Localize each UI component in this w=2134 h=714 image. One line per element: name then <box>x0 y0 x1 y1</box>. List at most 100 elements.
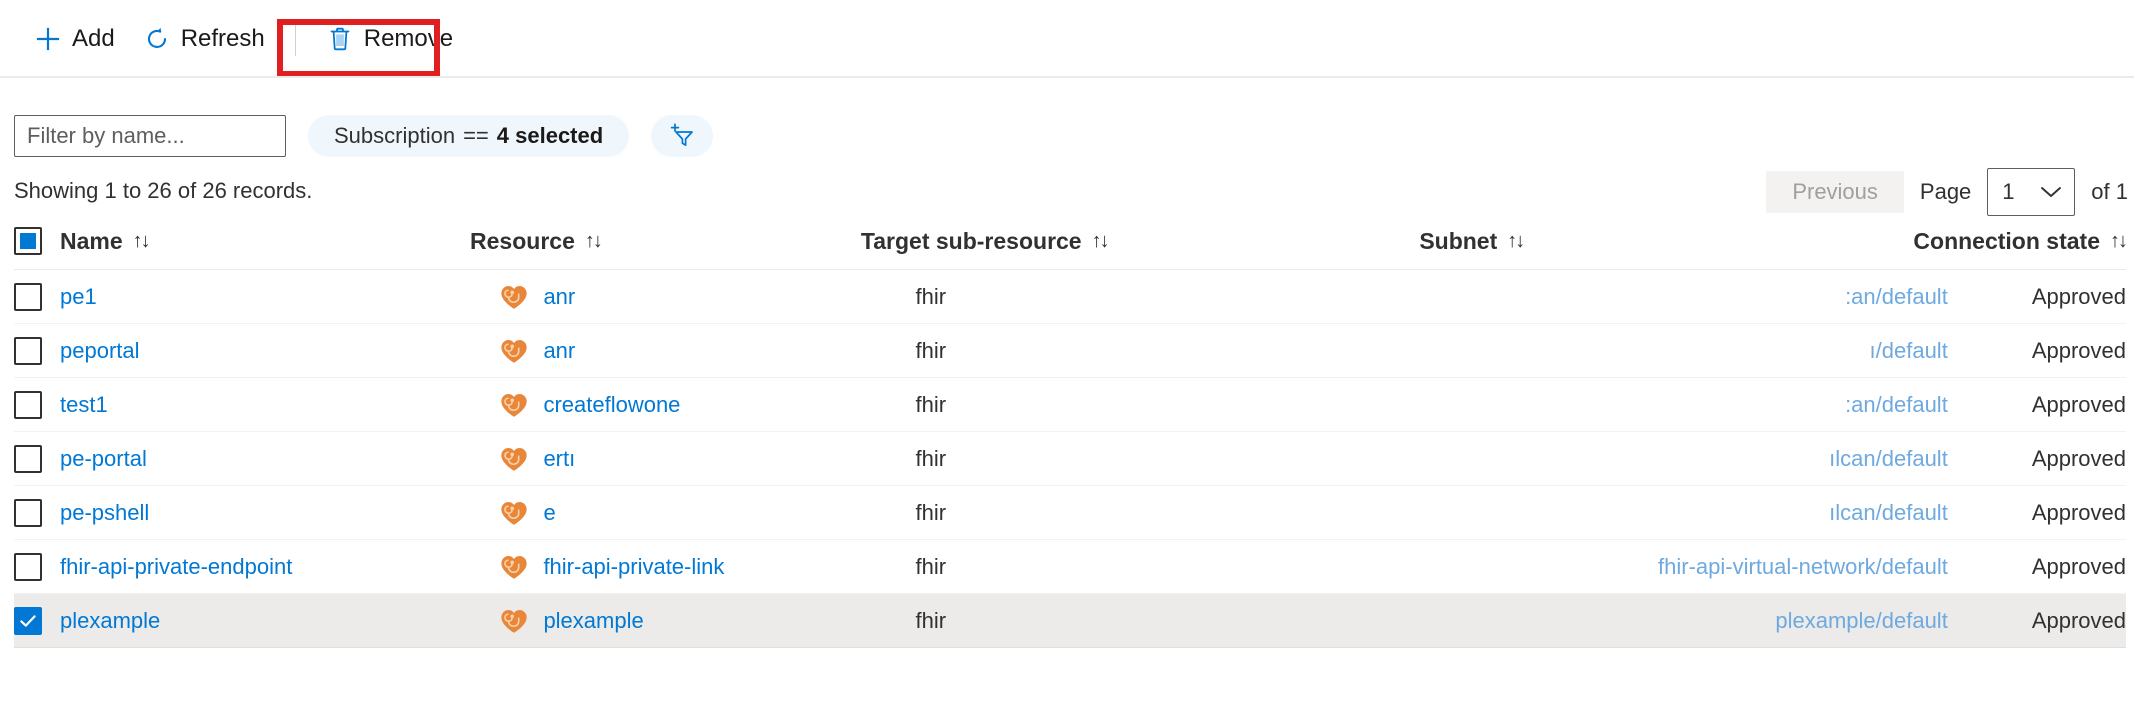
fhir-heart-icon <box>499 606 529 636</box>
table-row[interactable]: peportal anr fhir ı/default Approved <box>14 324 2126 378</box>
subscription-filter-operator: == <box>463 115 489 157</box>
row-checkbox[interactable] <box>14 337 42 365</box>
select-all-checkbox[interactable] <box>14 227 42 255</box>
cell-resource[interactable]: fhir-api-private-link <box>543 554 724 580</box>
column-header-target-sub-resource[interactable]: Target sub-resource ↑↓ <box>861 228 1108 255</box>
column-header-resource[interactable]: Resource ↑↓ <box>470 228 601 255</box>
fhir-heart-icon <box>499 444 529 474</box>
cell-name[interactable]: peportal <box>60 338 140 364</box>
previous-page-button[interactable]: Previous <box>1766 171 1904 213</box>
cell-connection-state: Approved <box>2032 500 2126 525</box>
remove-button[interactable]: Remove <box>312 14 467 64</box>
cell-subnet[interactable]: plexample/default <box>1775 608 1947 633</box>
cell-target-sub-resource: fhir <box>916 608 947 633</box>
row-checkbox[interactable] <box>14 553 42 581</box>
column-header-target-sub-resource-label: Target sub-resource <box>861 228 1082 255</box>
cell-name[interactable]: fhir-api-private-endpoint <box>60 554 292 580</box>
filter-bar: Subscription == 4 selected <box>14 115 713 157</box>
table-row[interactable]: pe1 anr fhir :an/default Approved <box>14 270 2126 324</box>
pagination: Previous Page 1 of 1 <box>1766 168 2128 216</box>
cell-connection-state: Approved <box>2032 446 2126 471</box>
column-header-name[interactable]: Name ↑↓ <box>60 228 149 255</box>
connections-table: Name ↑↓ Resource ↑↓ Target sub-resource … <box>14 213 2126 648</box>
records-summary: Showing 1 to 26 of 26 records. <box>14 178 312 204</box>
cell-resource[interactable]: ertı <box>543 446 575 472</box>
sort-icon: ↑↓ <box>1092 230 1108 253</box>
command-bar: Add Refresh Remove <box>0 0 2134 78</box>
row-checkbox[interactable] <box>14 499 42 527</box>
fhir-heart-icon <box>499 552 529 582</box>
cell-resource[interactable]: plexample <box>543 608 643 634</box>
cell-target-sub-resource: fhir <box>916 500 947 525</box>
sort-icon: ↑↓ <box>585 230 601 253</box>
cell-name[interactable]: pe-portal <box>60 446 147 472</box>
sort-icon: ↑↓ <box>2110 230 2126 253</box>
toolbar-divider <box>295 22 296 56</box>
fhir-heart-icon <box>499 498 529 528</box>
sort-icon: ↑↓ <box>133 230 149 253</box>
cell-subnet[interactable]: fhir-api-virtual-network/default <box>1658 554 1948 579</box>
row-checkbox[interactable] <box>14 607 42 635</box>
cell-subnet[interactable]: :an/default <box>1845 284 1948 309</box>
plus-icon <box>34 25 62 53</box>
add-button-label: Add <box>72 27 115 51</box>
table-row[interactable]: pe-portal ertı fhir ılcan/default Approv… <box>14 432 2126 486</box>
column-header-resource-label: Resource <box>470 228 575 255</box>
cell-subnet[interactable]: :an/default <box>1845 392 1948 417</box>
subscription-filter-value: 4 selected <box>497 115 603 157</box>
row-checkbox[interactable] <box>14 445 42 473</box>
cell-connection-state: Approved <box>2032 284 2126 309</box>
page-total-label: of 1 <box>2091 179 2128 205</box>
refresh-icon <box>143 25 171 53</box>
cell-resource[interactable]: anr <box>543 338 575 364</box>
table-row[interactable]: test1 createflowone fhir :an/default App… <box>14 378 2126 432</box>
add-filter-button[interactable] <box>651 115 713 157</box>
cell-resource[interactable]: anr <box>543 284 575 310</box>
subscription-filter-pill[interactable]: Subscription == 4 selected <box>308 115 629 157</box>
filter-by-name-input[interactable] <box>14 115 286 157</box>
add-filter-icon <box>667 120 697 153</box>
subscription-filter-field: Subscription <box>334 115 455 157</box>
sort-icon: ↑↓ <box>1507 230 1523 253</box>
page-select[interactable]: 1 <box>1987 168 2075 216</box>
cell-connection-state: Approved <box>2032 554 2126 579</box>
cell-connection-state: Approved <box>2032 392 2126 417</box>
table-header-row: Name ↑↓ Resource ↑↓ Target sub-resource … <box>14 213 2126 270</box>
page-select-value: 1 <box>1988 179 2014 205</box>
cell-subnet[interactable]: ı/default <box>1870 338 1948 363</box>
row-checkbox[interactable] <box>14 283 42 311</box>
fhir-heart-icon <box>499 390 529 420</box>
cell-connection-state: Approved <box>2032 338 2126 363</box>
fhir-heart-icon <box>499 336 529 366</box>
column-header-connection-state[interactable]: Connection state ↑↓ <box>1913 228 2126 255</box>
cell-target-sub-resource: fhir <box>916 554 947 579</box>
column-header-name-label: Name <box>60 228 123 255</box>
row-checkbox[interactable] <box>14 391 42 419</box>
refresh-button[interactable]: Refresh <box>129 14 279 64</box>
cell-target-sub-resource: fhir <box>916 284 947 309</box>
column-header-subnet-label: Subnet <box>1419 228 1497 255</box>
add-button[interactable]: Add <box>20 14 129 64</box>
table-body: pe1 anr fhir :an/default Approved <box>14 270 2126 648</box>
private-endpoint-connections-page: Add Refresh Remove <box>0 0 2134 714</box>
cell-name[interactable]: plexample <box>60 608 160 634</box>
cell-resource[interactable]: createflowone <box>543 392 680 418</box>
table-row[interactable]: pe-pshell e fhir ılcan/default Approved <box>14 486 2126 540</box>
table-row[interactable]: plexample plexample fhir plexample/defau… <box>14 594 2126 648</box>
cell-target-sub-resource: fhir <box>916 446 947 471</box>
remove-button-label: Remove <box>364 27 453 51</box>
cell-connection-state: Approved <box>2032 608 2126 633</box>
column-header-subnet[interactable]: Subnet ↑↓ <box>1419 228 1523 255</box>
cell-target-sub-resource: fhir <box>916 338 947 363</box>
cell-name[interactable]: pe1 <box>60 284 97 310</box>
column-header-connection-state-label: Connection state <box>1913 228 2100 255</box>
refresh-button-label: Refresh <box>181 27 265 51</box>
chevron-down-icon <box>2038 184 2064 200</box>
table-row[interactable]: fhir-api-private-endpoint fhir-api-priva… <box>14 540 2126 594</box>
cell-name[interactable]: pe-pshell <box>60 500 149 526</box>
page-label: Page <box>1920 179 1971 205</box>
cell-subnet[interactable]: ılcan/default <box>1829 500 1948 525</box>
cell-subnet[interactable]: ılcan/default <box>1829 446 1948 471</box>
cell-name[interactable]: test1 <box>60 392 108 418</box>
cell-resource[interactable]: e <box>543 500 555 526</box>
